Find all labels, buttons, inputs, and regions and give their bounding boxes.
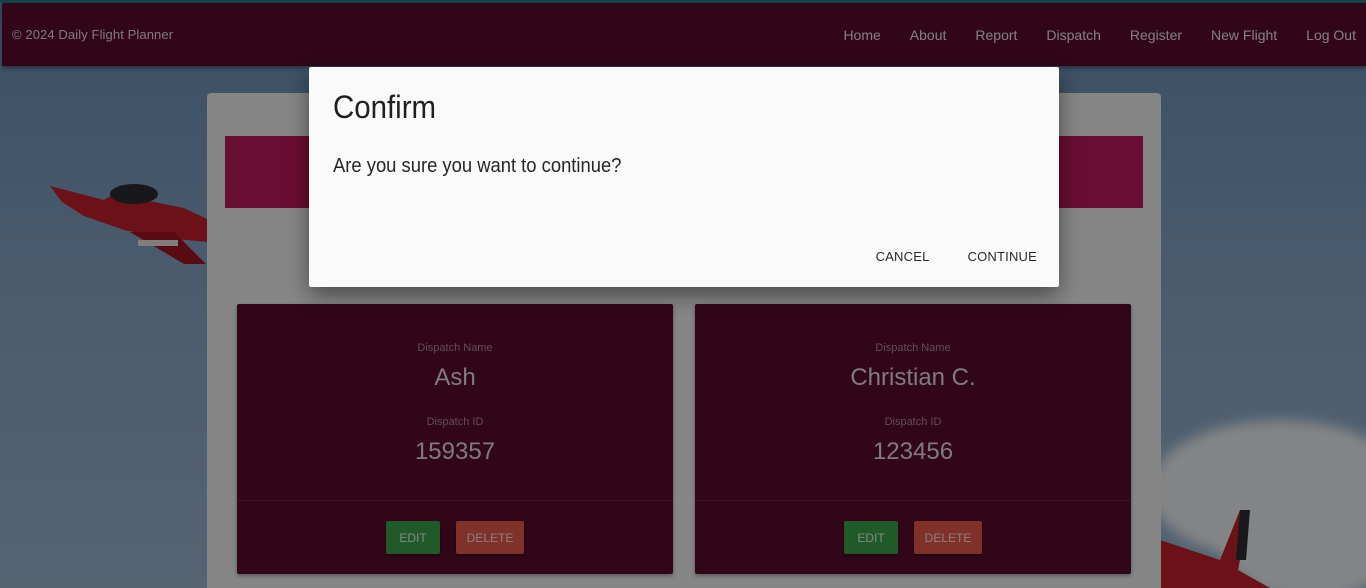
confirm-dialog: Confirm Are you sure you want to continu… [309, 67, 1059, 287]
dialog-message: Are you sure you want to continue? [333, 155, 622, 177]
cancel-button[interactable]: CANCEL [876, 249, 930, 264]
dialog-actions: CANCEL CONTINUE [876, 249, 1037, 264]
dialog-title: Confirm [333, 89, 437, 125]
continue-button[interactable]: CONTINUE [968, 249, 1038, 264]
